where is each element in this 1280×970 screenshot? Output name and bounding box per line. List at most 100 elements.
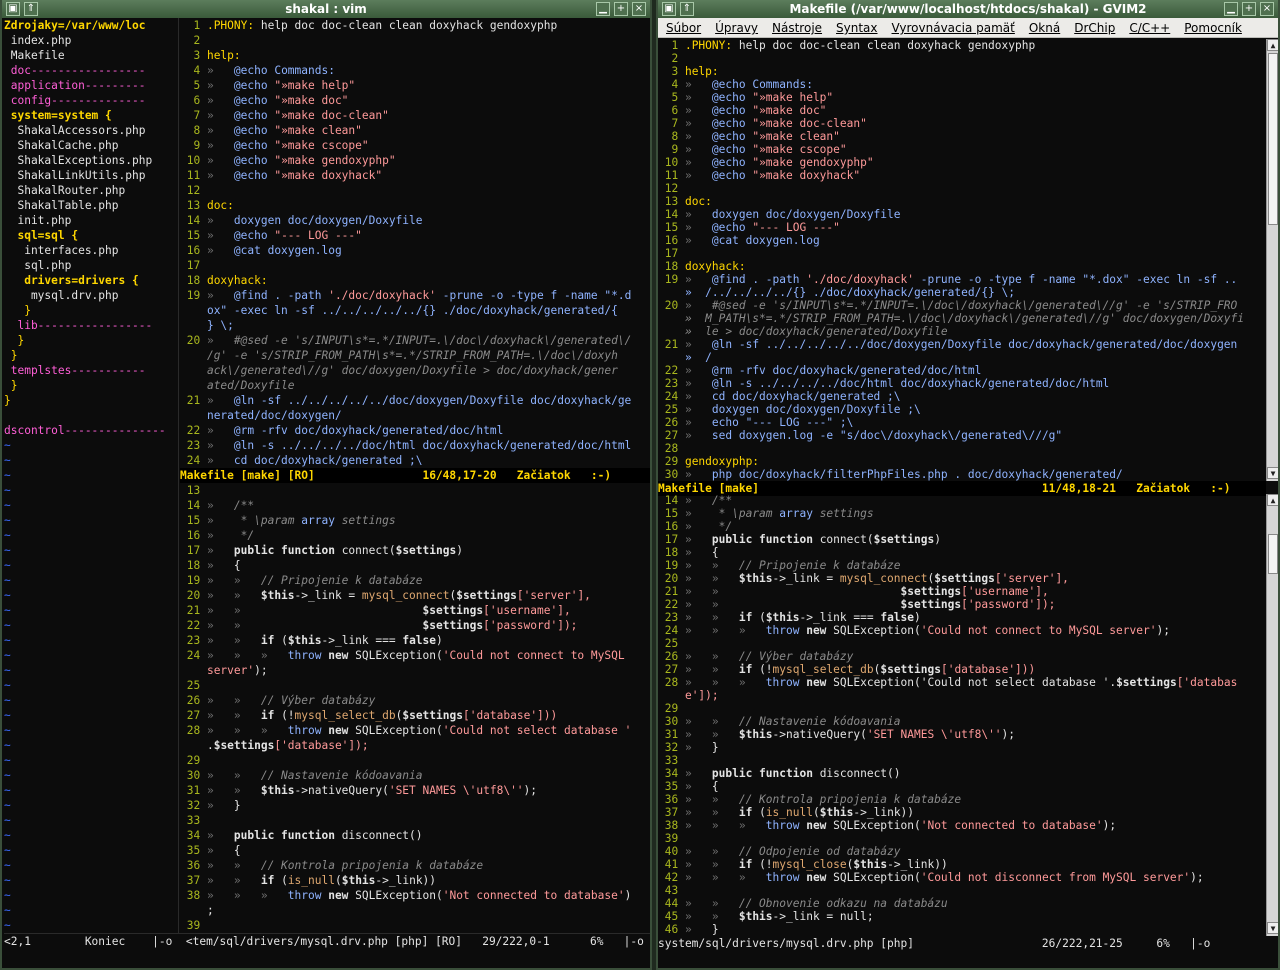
code-line[interactable]: 5 » @echo "»make help" — [180, 78, 650, 93]
code-line[interactable]: 46 » } — [658, 923, 1266, 936]
code-line[interactable]: 20 » » $this->_link = mysql_connect($set… — [180, 588, 650, 603]
code-line[interactable]: 12 — [180, 183, 650, 198]
menu-item[interactable]: Súbor — [666, 21, 701, 35]
code-line[interactable]: 10 » @echo "»make gendoxyphp" — [180, 153, 650, 168]
code-line[interactable]: 15 » * \param array settings — [658, 507, 1266, 520]
code-line[interactable]: 15 » * \param array settings — [180, 513, 650, 528]
code-line[interactable]: 17 » public function connect($settings) — [180, 543, 650, 558]
vim-window-left[interactable]: ▣ ⇑ shakal : vim ▁ + × Zdrojaky=/var/www… — [0, 0, 652, 970]
code-line[interactable]: 12 — [658, 182, 1266, 195]
tree-item[interactable]: lib----------------- — [4, 318, 178, 333]
tree-item[interactable] — [4, 408, 178, 423]
code-line[interactable]: 5 » @echo "»make help" — [658, 91, 1266, 104]
code-line[interactable]: 19 » » // Pripojenie k databáze — [180, 573, 650, 588]
code-line[interactable]: 26 » » // Výber databázy — [180, 693, 650, 708]
menu-item[interactable]: Syntax — [836, 21, 877, 35]
code-line[interactable]: } \; — [180, 318, 650, 333]
gvim-window-right[interactable]: ▣ ⇑ Makefile (/var/www/localhost/htdocs/… — [656, 0, 1280, 970]
code-line[interactable]: 21 » @ln -sf ../../../../../doc/doxygen/… — [658, 338, 1266, 351]
code-line[interactable]: .$settings['database']); — [180, 738, 650, 753]
pin-icon[interactable]: ⇑ — [680, 2, 694, 16]
code-line[interactable]: 38 » » » throw new SQLException('Not con… — [658, 819, 1266, 832]
code-line[interactable]: 18 » { — [658, 546, 1266, 559]
code-line[interactable]: 20 » #@sed -e 's/INPUT\s*=.*/INPUT=.\/do… — [180, 333, 650, 348]
code-line[interactable]: 32 » } — [658, 741, 1266, 754]
tree-item[interactable]: mysql.drv.php — [4, 288, 178, 303]
code-line[interactable]: » le > doc/doxyhack/generated/Doxyfile — [658, 325, 1266, 338]
tree-item[interactable]: ShakalCache.php — [4, 138, 178, 153]
code-line[interactable]: 16 » */ — [180, 528, 650, 543]
code-line[interactable]: 13 — [180, 483, 650, 498]
code-line[interactable]: 37 » » if (is_null($this->_link)) — [658, 806, 1266, 819]
scrollbar-bottom[interactable]: ▲ ▼ — [1266, 494, 1278, 936]
code-line[interactable]: e']); — [658, 689, 1266, 702]
scroll-thumb[interactable] — [1268, 534, 1278, 574]
code-line[interactable]: 1 .PHONY: help doc doc-clean clean doxyh… — [180, 18, 650, 33]
code-line[interactable]: 38 » » » throw new SQLException('Not con… — [180, 888, 650, 903]
code-line[interactable]: » M_PATH\s*=.*/STRIP_FROM_PATH=.\/doc\/d… — [658, 312, 1266, 325]
editor-pane-php[interactable]: 13 14 » /** 15 » * \param array settings… — [180, 483, 650, 933]
code-line[interactable]: 23 » @ln -s ../../../../doc/html doc/dox… — [658, 377, 1266, 390]
code-line[interactable]: 35 » { — [180, 843, 650, 858]
code-line[interactable]: 22 » @rm -rfv doc/doxyhack/generated/doc… — [180, 423, 650, 438]
code-line[interactable]: 22 » @rm -rfv doc/doxyhack/generated/doc… — [658, 364, 1266, 377]
code-line[interactable]: ated/Doxyfile — [180, 378, 650, 393]
code-line[interactable]: 23 » » if ($this->_link === false) — [180, 633, 650, 648]
code-line[interactable]: 7 » @echo "»make doc-clean" — [658, 117, 1266, 130]
tree-item[interactable]: templstes----------- — [4, 363, 178, 378]
tree-item[interactable]: config-------------- — [4, 93, 178, 108]
tree-item[interactable]: ShakalAccessors.php — [4, 123, 178, 138]
scrollbar-top[interactable]: ▲ ▼ — [1266, 39, 1278, 481]
code-line[interactable]: 39 — [658, 832, 1266, 845]
code-line[interactable]: 1 .PHONY: help doc doc-clean clean doxyh… — [658, 39, 1266, 52]
minimize-icon[interactable]: ▁ — [1224, 2, 1238, 16]
menu-item[interactable]: Okná — [1029, 21, 1060, 35]
code-line[interactable]: 25 — [180, 678, 650, 693]
code-line[interactable]: 40 » » // Odpojenie od databázy — [658, 845, 1266, 858]
code-line[interactable]: 30 » » // Nastavenie kódoavania — [658, 715, 1266, 728]
code-line[interactable]: 32 » } — [180, 798, 650, 813]
project-tree[interactable]: Zdrojaky=/var/www/loc index.php Makefile… — [4, 18, 178, 936]
maximize-icon[interactable]: + — [614, 2, 628, 16]
code-line[interactable]: server'); — [180, 663, 650, 678]
code-line[interactable]: 4 » @echo Commands: — [180, 63, 650, 78]
scroll-down-icon[interactable]: ▼ — [1267, 467, 1278, 479]
code-line[interactable]: 26 » » // Výber databázy — [658, 650, 1266, 663]
code-line[interactable]: 18 » { — [180, 558, 650, 573]
tree-item[interactable]: } — [4, 393, 178, 408]
tree-item[interactable]: ShakalTable.php — [4, 198, 178, 213]
tree-item[interactable]: drivers=drivers { — [4, 273, 178, 288]
code-line[interactable]: 35 » { — [658, 780, 1266, 793]
code-line[interactable]: 14 » /** — [658, 494, 1266, 507]
menu-item[interactable]: Nástroje — [772, 21, 822, 35]
code-line[interactable]: 21 » » $settings['username'], — [658, 585, 1266, 598]
vertical-split[interactable] — [178, 18, 179, 936]
tree-item[interactable]: dscontrol--------------- — [4, 423, 178, 438]
window-menu-icon[interactable]: ▣ — [662, 2, 676, 16]
code-line[interactable]: 3 help: — [658, 65, 1266, 78]
code-line[interactable]: 17 — [658, 247, 1266, 260]
code-line[interactable]: 27 » sed doxygen.log -e "s/doc\/doxyhack… — [658, 429, 1266, 442]
code-line[interactable]: 14 » doxygen doc/doxygen/Doxyfile — [180, 213, 650, 228]
code-line[interactable]: 29 — [180, 753, 650, 768]
menu-bar[interactable]: Súbor Úpravy Nástroje Syntax Vyrovnávacia pa… — [658, 18, 1278, 38]
code-line[interactable]: 22 » » $settings['password']); — [180, 618, 650, 633]
code-line[interactable]: 16 » */ — [658, 520, 1266, 533]
code-line[interactable]: 36 » » // Kontrola pripojenia k databáze — [658, 793, 1266, 806]
code-line[interactable]: 20 » » $this->_link = mysql_connect($set… — [658, 572, 1266, 585]
code-line[interactable]: 34 » public function disconnect() — [180, 828, 650, 843]
code-line[interactable]: 25 » doxygen doc/doxygen/Doxyfile ;\ — [658, 403, 1266, 416]
code-line[interactable]: 15 » @echo "--- LOG ---" — [180, 228, 650, 243]
tree-item[interactable]: interfaces.php — [4, 243, 178, 258]
code-line[interactable]: 11 » @echo "»make doxyhack" — [658, 169, 1266, 182]
code-line[interactable]: 19 » » // Pripojenie k databáze — [658, 559, 1266, 572]
code-line[interactable]: 33 — [180, 813, 650, 828]
code-line[interactable]: 30 » » // Nastavenie kódoavania — [180, 768, 650, 783]
code-line[interactable]: 9 » @echo "»make cscope" — [658, 143, 1266, 156]
editor-pane-makefile[interactable]: 1 .PHONY: help doc doc-clean clean doxyh… — [658, 39, 1266, 481]
tree-item[interactable]: Makefile — [4, 48, 178, 63]
tree-item[interactable]: index.php — [4, 33, 178, 48]
tree-item[interactable]: init.php — [4, 213, 178, 228]
window-menu-icon[interactable]: ▣ — [6, 2, 20, 16]
tree-item[interactable]: } — [4, 378, 178, 393]
